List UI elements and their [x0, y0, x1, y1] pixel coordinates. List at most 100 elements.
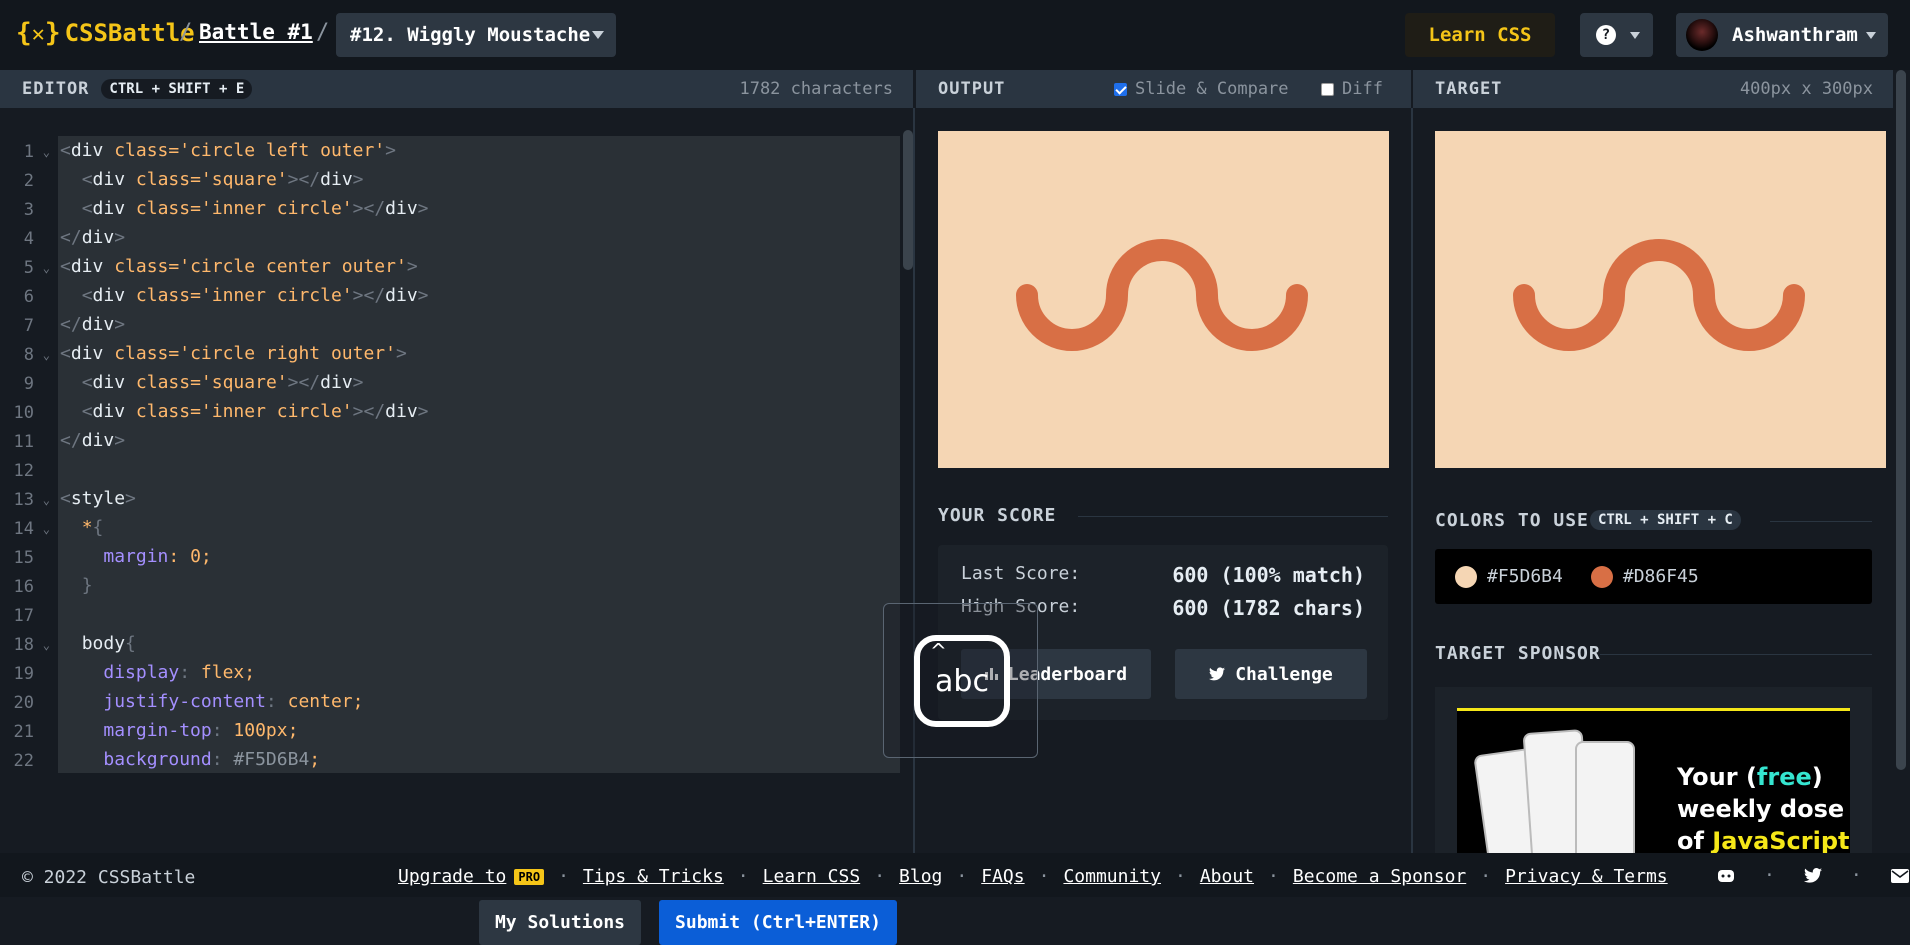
- code-editor[interactable]: 1 ⌄ 2 3 4 5 ⌄ 6 7 8 ⌄ 9 10 11 12 13 ⌄ 14 ⌄ 15 16 17 18 ⌄ 19 20 21 2…: [0, 108, 913, 945]
- code-line[interactable]: <div class='square'></div>: [58, 368, 900, 397]
- line-number: 5 ⌄: [0, 254, 58, 283]
- footer: © 2022 CSSBattle Upgrade to PRO · Tips & …: [0, 853, 1910, 897]
- target-dimensions: 400px x 300px: [1739, 79, 1873, 99]
- code-line[interactable]: body{: [58, 629, 900, 658]
- moustache-shape: [1513, 239, 1805, 351]
- divider: [1078, 516, 1388, 517]
- target-canvas: [1435, 131, 1886, 468]
- output-canvas[interactable]: [938, 131, 1389, 468]
- fold-chevron-icon[interactable]: ⌄: [43, 254, 50, 283]
- page-scrollbar[interactable]: [1894, 70, 1908, 770]
- code-line[interactable]: </div>: [58, 426, 900, 455]
- discord-icon[interactable]: [1716, 866, 1736, 886]
- diff-checkbox[interactable]: [1321, 82, 1334, 96]
- fold-chevron-icon[interactable]: ⌄: [43, 138, 50, 167]
- code-line[interactable]: margin: 0;: [58, 542, 900, 571]
- high-score-value: 600 (1782 chars): [1172, 596, 1365, 620]
- line-number: 16: [13, 577, 34, 597]
- chevron-down-icon: [1630, 31, 1640, 39]
- code-line[interactable]: <div class='inner circle'></div>: [58, 194, 900, 223]
- line-number: 8 ⌄: [0, 341, 58, 370]
- pro-badge: PRO: [514, 869, 545, 885]
- community-link[interactable]: Community: [1063, 866, 1161, 887]
- battle-link[interactable]: Battle #1: [199, 20, 313, 44]
- color-swatch[interactable]: #D86F45: [1590, 565, 1699, 588]
- diff-toggle[interactable]: Diff: [1321, 79, 1383, 99]
- text-input-overlay[interactable]: ^ abc: [883, 603, 1038, 758]
- code-line[interactable]: [58, 600, 900, 629]
- logo-icon: {✕}: [16, 18, 61, 48]
- username: Ashwanthram: [1732, 24, 1858, 46]
- blog-link[interactable]: Blog: [899, 866, 942, 887]
- code-line[interactable]: <div class='circle left outer'>: [58, 136, 900, 165]
- line-number: 20: [13, 693, 34, 713]
- code-line[interactable]: <div class='inner circle'></div>: [58, 281, 900, 310]
- line-number: 4: [23, 229, 34, 249]
- code-line[interactable]: margin-top: 100px;: [58, 716, 900, 745]
- editor-scrollbar[interactable]: [903, 130, 913, 270]
- line-number: 22: [13, 751, 34, 771]
- sponsor-ad[interactable]: Your (free) weekly dose of JavaScript: [1457, 708, 1850, 853]
- learn-css-link[interactable]: Learn CSS: [763, 866, 861, 887]
- email-icon[interactable]: [1890, 866, 1910, 886]
- phone-image: [1575, 741, 1635, 853]
- color-dot: [1455, 565, 1477, 588]
- sponsor-banner[interactable]: Your (free) weekly dose of JavaScript: [1435, 687, 1872, 853]
- code-line[interactable]: *{: [58, 513, 900, 542]
- moustache-shape: [1016, 239, 1308, 351]
- twitter-icon[interactable]: [1803, 866, 1823, 886]
- user-menu-button[interactable]: Ashwanthram: [1676, 13, 1888, 57]
- target-select-dropdown[interactable]: #12. Wiggly Moustache: [336, 13, 616, 57]
- about-link[interactable]: About: [1200, 866, 1254, 887]
- slide-compare-checkbox[interactable]: [1114, 82, 1127, 96]
- color-dot: [1590, 565, 1613, 588]
- overlay-icon-text: abc: [935, 663, 989, 699]
- fold-chevron-icon[interactable]: ⌄: [43, 486, 50, 515]
- line-number: 12: [13, 461, 34, 481]
- sponsor-text: Your (free) weekly dose of JavaScript: [1677, 763, 1850, 853]
- learn-css-button[interactable]: Learn CSS: [1405, 13, 1555, 57]
- output-title: OUTPUT: [938, 79, 1006, 99]
- line-number: 11: [13, 432, 34, 452]
- tips-link[interactable]: Tips & Tricks: [583, 866, 724, 887]
- pane-divider[interactable]: [1411, 108, 1413, 853]
- color-palette: #F5D6B4 #D86F45: [1435, 549, 1872, 604]
- code-line[interactable]: <div class='circle center outer'>: [58, 252, 900, 281]
- code-line[interactable]: display: flex;: [58, 658, 900, 687]
- code-line[interactable]: </div>: [58, 223, 900, 252]
- sponsor-link[interactable]: Become a Sponsor: [1293, 866, 1466, 887]
- privacy-link[interactable]: Privacy & Terms: [1505, 866, 1668, 887]
- line-number: 14 ⌄: [0, 515, 58, 544]
- code-line[interactable]: <style>: [58, 484, 900, 513]
- code-line[interactable]: }: [58, 571, 900, 600]
- line-number: 3: [23, 200, 34, 220]
- help-menu-button[interactable]: ?: [1580, 13, 1653, 57]
- faqs-link[interactable]: FAQs: [981, 866, 1024, 887]
- color-swatch[interactable]: #F5D6B4: [1455, 565, 1563, 588]
- code-area[interactable]: <div class='circle left outer'> <div cla…: [58, 136, 900, 773]
- line-number: 1 ⌄: [0, 138, 58, 167]
- line-number: 6: [23, 287, 34, 307]
- code-line[interactable]: <div class='square'></div>: [58, 165, 900, 194]
- avatar: [1686, 19, 1718, 51]
- fold-chevron-icon[interactable]: ⌄: [43, 631, 50, 660]
- line-number: 15: [13, 548, 34, 568]
- target-title: TARGET: [1435, 79, 1503, 99]
- code-line[interactable]: </div>: [58, 310, 900, 339]
- code-line[interactable]: <div class='inner circle'></div>: [58, 397, 900, 426]
- breadcrumb-separator: /: [179, 20, 193, 45]
- code-line[interactable]: background: #F5D6B4;: [58, 745, 900, 773]
- challenge-button[interactable]: Challenge: [1175, 649, 1367, 699]
- line-number: 19: [13, 664, 34, 684]
- my-solutions-button[interactable]: My Solutions: [479, 900, 641, 945]
- code-line[interactable]: [58, 455, 900, 484]
- chevron-down-icon: [1866, 32, 1876, 39]
- fold-chevron-icon[interactable]: ⌄: [43, 341, 50, 370]
- code-line[interactable]: <div class='circle right outer'>: [58, 339, 900, 368]
- fold-chevron-icon[interactable]: ⌄: [43, 515, 50, 544]
- submit-button[interactable]: Submit (Ctrl+ENTER): [659, 900, 897, 945]
- code-line[interactable]: justify-content: center;: [58, 687, 900, 716]
- slide-compare-toggle[interactable]: Slide & Compare: [1114, 79, 1289, 99]
- logo[interactable]: {✕} CSSBattle: [16, 18, 195, 48]
- upgrade-link[interactable]: Upgrade to PRO: [398, 866, 545, 887]
